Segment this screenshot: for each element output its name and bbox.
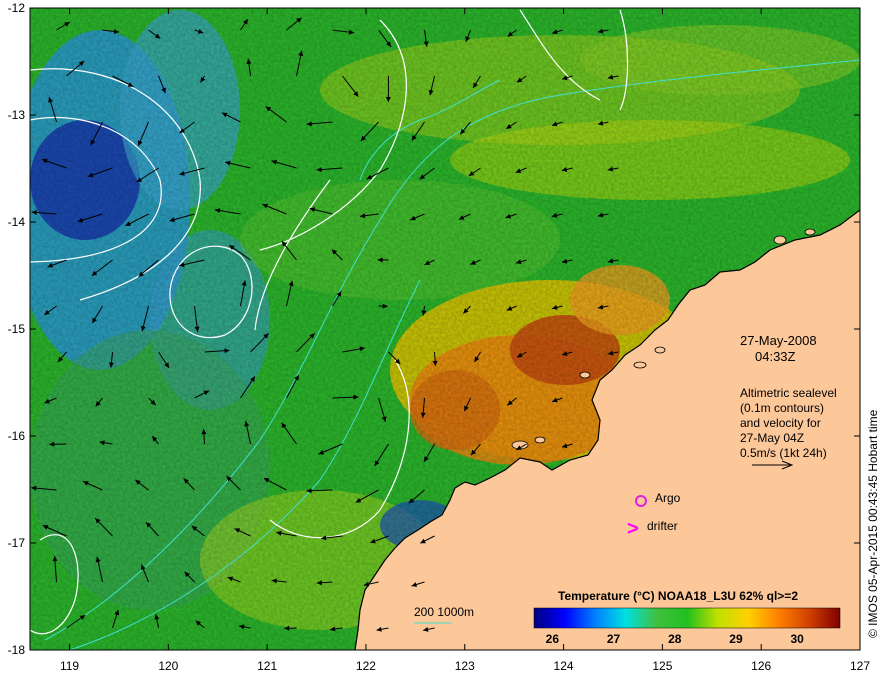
x-tick-label: 127 <box>850 659 870 673</box>
y-tick-label: -18 <box>8 643 26 657</box>
argo-label: Argo <box>655 491 681 505</box>
colorbar-tick-label: 26 <box>546 632 560 646</box>
x-tick-label: 122 <box>356 659 376 673</box>
altimetry-line-5: 0.5m/s (1kt 24h) <box>740 446 827 460</box>
altimetry-line-1: Altimetric sealevel <box>740 386 837 400</box>
colorbar-tick-label: 28 <box>668 632 682 646</box>
x-tick-label: 126 <box>751 659 771 673</box>
x-tick-label: 120 <box>158 659 178 673</box>
sst-map: 119 120 121 122 123 124 125 126 127 -12 -13 -14 -15… <box>8 1 880 673</box>
colorbar-title: Temperature (°C) NOAA18_L3U 62% ql>=2 <box>558 589 798 603</box>
altimetry-line-3: and velocity for <box>740 416 821 430</box>
colorbar-tick-label: 29 <box>729 632 743 646</box>
x-tick-label: 121 <box>257 659 277 673</box>
depth-legend-label: 200 1000m <box>414 605 474 619</box>
x-tick-label: 125 <box>652 659 672 673</box>
x-tick-label: 123 <box>455 659 475 673</box>
altimetry-line-2: (0.1m contours) <box>740 401 824 415</box>
drifter-marker-icon: > <box>627 518 639 540</box>
drifter-label: drifter <box>647 519 678 533</box>
y-tick-label: -13 <box>8 108 26 122</box>
colorbar-tick-label: 30 <box>790 632 804 646</box>
y-tick-label: -14 <box>8 215 26 229</box>
y-tick-label: -16 <box>8 429 26 443</box>
x-tick-label: 124 <box>554 659 574 673</box>
time-label: 04:33Z <box>755 349 796 364</box>
colorbar <box>533 607 841 629</box>
y-tick-label: -12 <box>8 1 26 15</box>
date-label: 27-May-2008 <box>740 333 817 348</box>
y-tick-label: -17 <box>8 536 26 550</box>
x-tick-label: 119 <box>60 659 79 673</box>
altimetry-line-4: 27-May 04Z <box>740 431 804 445</box>
colorbar-tick-label: 27 <box>607 632 621 646</box>
credit-text: © IMOS 05-Apr-2015 00:43:45 Hobart time <box>866 409 880 638</box>
y-tick-label: -15 <box>8 322 26 336</box>
